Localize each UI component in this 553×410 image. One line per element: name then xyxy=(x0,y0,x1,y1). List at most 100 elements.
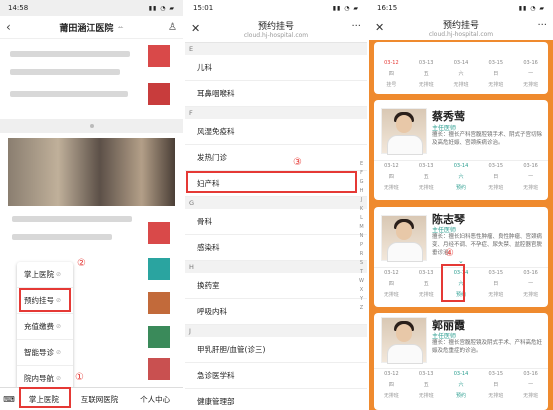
article-thumbnail[interactable] xyxy=(148,45,170,67)
schedule-cell[interactable]: 03-12 四无排班 xyxy=(374,369,409,403)
article-thumbnail[interactable] xyxy=(148,326,170,348)
tab-internet-hospital[interactable]: 互联网医院 xyxy=(72,394,128,405)
department-item[interactable]: 急诊医学科 xyxy=(185,363,367,389)
more-icon[interactable]: ··· xyxy=(351,21,361,32)
index-letter[interactable]: F xyxy=(359,169,364,178)
highlight-slot xyxy=(441,264,465,302)
index-letter[interactable]: W xyxy=(359,277,364,286)
department-item[interactable]: 骨科 xyxy=(185,209,367,235)
schedule-day: 一 xyxy=(528,281,534,287)
status-time: 14:58 xyxy=(8,4,29,12)
schedule-day: 日 xyxy=(493,174,499,180)
divider-dot xyxy=(90,124,94,128)
index-letter[interactable]: X xyxy=(359,286,364,295)
close-icon[interactable]: ✕ xyxy=(375,21,384,34)
schedule-cell[interactable]: 03-16 一无排班 xyxy=(513,58,548,92)
schedule-day: 日 xyxy=(493,382,499,388)
department-item[interactable]: 耳鼻咽喉科 xyxy=(185,81,367,107)
department-item[interactable]: 换药室 xyxy=(185,273,367,299)
nav-url: cloud.hj-hospital.com xyxy=(428,31,494,38)
doctor-photo xyxy=(381,108,427,155)
schedule-status: 无排班 xyxy=(523,185,539,191)
index-letter[interactable]: L xyxy=(359,214,364,223)
schedule-cell[interactable]: 03-14 六预约 xyxy=(444,369,479,403)
index-letter[interactable]: R xyxy=(359,250,364,259)
schedule-cell[interactable]: 03-15 日无排班 xyxy=(478,58,513,92)
schedule-cell[interactable]: 03-15 日无排班 xyxy=(478,161,513,195)
schedule-cell[interactable]: 03-12 四无排班 xyxy=(374,268,409,302)
index-letter[interactable]: S xyxy=(359,259,364,268)
schedule-cell[interactable]: 03-13 五无排班 xyxy=(409,268,444,302)
department-item[interactable]: 健康管理部 xyxy=(185,389,367,410)
schedule-cell[interactable]: 03-12 四无排班 xyxy=(374,161,409,195)
index-letter[interactable]: H xyxy=(359,187,364,196)
keyboard-icon[interactable]: ⌨ xyxy=(2,395,16,404)
menu-item-mobile-hospital[interactable]: 掌上医院 ⊘ xyxy=(17,262,73,288)
index-letter[interactable]: Z xyxy=(359,304,364,313)
article-thumbnail[interactable] xyxy=(148,258,170,280)
doctor-card[interactable]: 郭丽霞 主任医师 擅长：擅长宫腹腔镜及阴式手术、产科高危妊娠及危重症的诊治。 0… xyxy=(374,313,548,410)
doctor-photo xyxy=(381,215,427,262)
schedule-cell[interactable]: 03-13 五无排班 xyxy=(409,369,444,403)
article-thumbnail[interactable] xyxy=(148,358,170,380)
index-letter[interactable]: E xyxy=(359,160,364,169)
section-header: J xyxy=(185,325,367,337)
schedule-day: 一 xyxy=(528,71,534,77)
index-letter[interactable]: Y xyxy=(359,295,364,304)
index-letter[interactable]: P xyxy=(359,241,364,250)
more-icon[interactable]: ··· xyxy=(537,20,547,31)
tab-personal-center[interactable]: 个人中心 xyxy=(127,394,183,405)
schedule-cell[interactable]: 03-14 六预约 xyxy=(444,161,479,195)
article-cover-photo[interactable] xyxy=(8,138,175,206)
schedule-date: 03-16 xyxy=(523,371,538,377)
schedule-day: 日 xyxy=(493,281,499,287)
schedule-cell[interactable]: 03-15 日无排班 xyxy=(478,369,513,403)
article-block-top xyxy=(0,39,183,119)
department-item[interactable]: 感染科 xyxy=(185,235,367,261)
department-item[interactable]: 呼吸内科 xyxy=(185,299,367,325)
department-item[interactable]: 发热门诊 xyxy=(185,145,367,171)
schedule-cell[interactable]: 03-14 六无排班 xyxy=(444,58,479,92)
schedule-status: 无排班 xyxy=(418,393,434,399)
schedule-day: 一 xyxy=(528,174,534,180)
schedule-cell[interactable]: 03-13 五无排班 xyxy=(409,161,444,195)
schedule-cell[interactable]: 03-16 一无排班 xyxy=(513,369,548,403)
schedule-cell[interactable]: 03-16 一无排班 xyxy=(513,268,548,302)
schedule-status: 无排班 xyxy=(488,292,504,298)
status-bar: 14:58 ▮▮ ◔ ▰ xyxy=(0,0,183,16)
section-header: H xyxy=(185,261,367,273)
schedule-status: 无排班 xyxy=(418,292,434,298)
schedule-date: 03-16 xyxy=(523,270,538,276)
department-item[interactable]: 儿科 xyxy=(185,55,367,81)
article-thumbnail[interactable] xyxy=(148,222,170,244)
schedule-row: 03-12 四无排班 03-13 五无排班 03-14 六预约 03-15 日无排班 0… xyxy=(374,160,548,195)
index-letter[interactable]: K xyxy=(359,205,364,214)
schedule-cell[interactable]: 03-12 四挂号 xyxy=(374,58,409,92)
department-item[interactable]: 风湿免疫科 xyxy=(185,119,367,145)
index-letter[interactable]: G xyxy=(359,178,364,187)
schedule-cell[interactable]: 03-15 日无排班 xyxy=(478,268,513,302)
index-letter[interactable]: N xyxy=(359,232,364,241)
schedule-date: 03-12 xyxy=(384,371,399,377)
article-thumbnail[interactable] xyxy=(148,83,170,105)
index-letter[interactable]: J xyxy=(359,196,364,205)
alphabet-index[interactable]: E F G H J K L M N P R S T W X Y Z xyxy=(359,160,364,313)
menu-item-smart-triage[interactable]: 智能导诊 ⊘ xyxy=(17,340,73,366)
close-icon[interactable]: ✕ xyxy=(191,22,200,35)
index-letter[interactable]: M xyxy=(359,223,364,232)
menu-item-recharge[interactable]: 充值缴费 ⊘ xyxy=(17,314,73,340)
back-icon[interactable]: ‹ xyxy=(6,20,11,34)
doctor-card[interactable]: 蔡秀莺 主任医师 擅长：擅长产科宫腹腔镜手术、阴式子宫切除及高危妊娠、宫颈疾病诊… xyxy=(374,100,548,200)
index-letter[interactable]: T xyxy=(359,268,364,277)
schedule-status: 无排班 xyxy=(418,185,434,191)
schedule-cell[interactable]: 03-13 五无排班 xyxy=(409,58,444,92)
schedule-status: 挂号 xyxy=(386,82,397,88)
schedule-cell[interactable]: 03-16 一无排班 xyxy=(513,161,548,195)
highlight-appointment xyxy=(19,288,71,312)
schedule-date: 03-13 xyxy=(418,163,434,169)
person-icon[interactable]: ♙ xyxy=(168,22,177,33)
article-thumbnail[interactable] xyxy=(148,292,170,314)
department-item[interactable]: 甲乳肝胆/血管(诊三) xyxy=(185,337,367,363)
blurred-text xyxy=(10,69,120,75)
schedule-date: 03-12 xyxy=(384,60,399,66)
